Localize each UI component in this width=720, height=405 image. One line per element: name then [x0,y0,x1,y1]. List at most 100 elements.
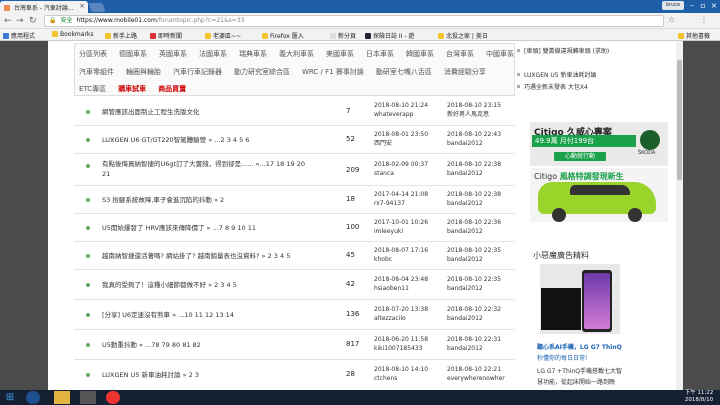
thread-title[interactable]: 我真的受夠了！這種小細節都做不好 » 2 3 4 5 [102,280,352,290]
windows-start-icon[interactable]: ⊞ [2,391,18,404]
forward-icon[interactable]: → [16,16,24,26]
citigo-ad-banner[interactable]: Citigo 風格特調發現新生 [530,168,668,222]
nav-link-highlight[interactable]: 購車試車 [118,85,146,93]
nav-link[interactable]: 日本車系 [366,50,394,58]
last-reply-user[interactable]: bandai2012 [447,315,483,323]
scrollbar-thumb[interactable] [677,60,682,180]
nav-link[interactable]: 動研室七嘴八舌區 [376,68,432,76]
reload-icon[interactable]: ↻ [29,16,37,26]
nav-link[interactable]: 台灣車系 [446,50,474,58]
creator-name[interactable]: 西門安 [374,140,392,148]
nav-link[interactable]: ETC專區 [79,85,106,93]
close-window-icon[interactable]: × [708,0,720,12]
creator-name[interactable]: imleeyuki [374,228,403,236]
bookmark-folder[interactable]: Bookmarks [52,31,94,38]
thread-title[interactable]: 越南納智捷還活著嗎? 網站掛了? 越南銷量表也沒資料? » 2 3 4 5 [102,251,352,261]
last-reply-user[interactable]: bandai2012 [447,140,483,148]
taskbar-clock[interactable]: 下午 11:22 2018/8/10 [680,390,718,405]
last-reply-user[interactable]: bandai2012 [447,285,483,293]
bookmark-link[interactable]: 探險日誌 II - 遊 [365,31,414,40]
bookmark-link[interactable]: 即時新聞 [150,31,182,40]
creator-name[interactable]: hsiaoben11 [374,285,409,293]
category-nav-row1: 分區列表 德國車系 英國車系 法國車系 瑞典車系 義大利車系 美國車系 日本車系 韓國車系 台灣車… [79,49,526,59]
star-icon[interactable]: ☆ [668,15,675,24]
last-reply-user[interactable]: 新好男人馬克思 [447,111,489,119]
bookmark-folder[interactable]: Firefox 匯入 [262,31,304,40]
thread-title[interactable]: S3 抬腳系統故障,車子會進沉陷的抖動 » 2 [102,195,352,205]
last-reply-user[interactable]: bandai2012 [447,200,483,208]
reply-count: 42 [346,280,355,288]
left-strip [48,41,72,390]
nav-link[interactable]: 消費經驗分享 [444,68,486,76]
menu-icon[interactable]: ⋮ [700,15,708,24]
phone-ad-title[interactable]: 聽心系AI手機，LG G7 ThinQ [537,342,622,351]
related-link[interactable]: LUXGEN U5 新車油耗討論 [517,70,597,79]
ad-cta-button[interactable]: 心動就行動 [554,152,606,161]
back-icon[interactable]: ← [4,16,12,26]
last-reply-user[interactable]: bandai2012 [447,345,483,353]
bookmark-folder[interactable]: 老婆區~~ [205,31,241,40]
profile-button[interactable]: bruce [662,1,684,10]
creator-name[interactable]: khobc [374,256,392,264]
nav-link[interactable]: 汽車行車記錄器 [173,68,222,76]
thread-title[interactable]: U5開始爆發了 HRV應該來傳降價了 » ...7 8 9 10 11 [102,223,352,233]
nav-link[interactable]: WRC / F1 賽事討論 [302,68,364,76]
secure-label: 安全 [60,17,73,24]
nav-link-highlight[interactable]: 商品買賣 [158,85,186,93]
ad-brand: ŠKODA [638,150,656,156]
creator-name[interactable]: stanca [374,170,394,178]
thread-title[interactable]: 有點後悔買納智捷的U6gt訂了大竇錢，得到卻是...... »...17 18 … [102,159,312,179]
media-player-icon[interactable] [80,391,96,404]
nav-link[interactable]: 瑞典車系 [239,50,267,58]
reply-count: 817 [346,340,360,348]
chrome-icon[interactable] [106,391,120,404]
nav-link[interactable]: 汽車零組件 [79,68,114,76]
nav-link[interactable]: 英國車系 [159,50,187,58]
thread-title[interactable]: [分享] U6定速沒有煞車 » ...10 11 12 13 14 [102,310,352,320]
creator-name[interactable]: ctchens [374,375,397,383]
thread-title[interactable]: LUXGEN U5 新車油耗討論 » 2 3 [102,370,352,380]
thread-title[interactable]: LUXGEN U6 GT/GT220智駕體驗營 » ...2 3 4 5 6 [102,135,352,145]
nav-link[interactable]: 動力研究室綜合區 [234,68,290,76]
nav-link[interactable]: 韓國車系 [406,50,434,58]
new-tab-button[interactable] [88,3,106,12]
nav-link[interactable]: 分區列表 [79,50,107,58]
bookmark-folder[interactable]: 新手上路 [105,31,137,40]
created-date: 2018-08-10 14:10 [374,366,429,373]
file-explorer-icon[interactable] [54,391,70,404]
nav-link[interactable]: 美國車系 [326,50,354,58]
creator-name[interactable]: kiki1007185433 [374,345,422,353]
last-reply-date: 2018-08-10 22:38 [447,161,502,168]
close-tab-icon[interactable]: × [79,2,85,10]
bookmark-link[interactable]: 新分頁 [330,31,356,40]
clock-time: 下午 11:22 [684,390,714,396]
bookmark-other[interactable]: 其他書籤 [678,31,710,40]
last-reply-user[interactable]: bandai2012 [447,228,483,236]
nav-link[interactable]: 中國車系 [486,50,514,58]
bookmark-folder[interactable]: 北投之家 | 美日 [438,31,488,40]
last-reply-user[interactable]: everywherenowher [447,375,505,383]
url-input[interactable]: 🔒 安全 https://www.mobile01.com/forumtopic.p… [44,15,664,27]
creator-name[interactable]: altezzacilo [374,315,406,323]
related-link[interactable]: [車頭] 雙黃線違規轉車頭 (求助) [517,46,609,55]
last-reply-user[interactable]: bandai2012 [447,256,483,264]
nav-link[interactable]: 輪圈與輪胎 [126,68,161,76]
last-reply-user[interactable]: bandai2012 [447,170,483,178]
thread-title[interactable]: U5動重抖動 » ...78 79 80 81 82 [102,340,352,350]
creator-name[interactable]: whateverapp [374,111,413,119]
bookmark-apps[interactable]: 應用程式 [3,31,35,40]
browser-tab[interactable]: 台灣車系 - 汽車討論... × [0,1,88,13]
nav-link[interactable]: 法國車系 [199,50,227,58]
table-row: 有點後悔買納智捷的U6gt訂了大竇錢，得到卻是...... »...17 18 … [74,154,515,186]
reply-count: 18 [346,195,355,203]
ie-icon[interactable] [26,391,40,404]
nav-link[interactable]: 德國車系 [119,50,147,58]
skoda-ad-banner[interactable]: Citigo 久威心專案 49.9萬 月付199台 心動就行動 ŠKODA [530,122,668,166]
thread-title[interactable]: 網管應該出面制止工程生洗版文化 [102,107,352,117]
related-link[interactable]: 巧遇全新未發表 大包X4 [517,82,588,91]
created-date: 2018-08-07 17:16 [374,247,429,254]
status-dot-icon [86,110,90,114]
phone-ad-desc: 慧功能，從起床開始一路到晚 [537,379,616,386]
creator-name[interactable]: rx7-94137 [374,200,405,208]
nav-link[interactable]: 義大利車系 [279,50,314,58]
